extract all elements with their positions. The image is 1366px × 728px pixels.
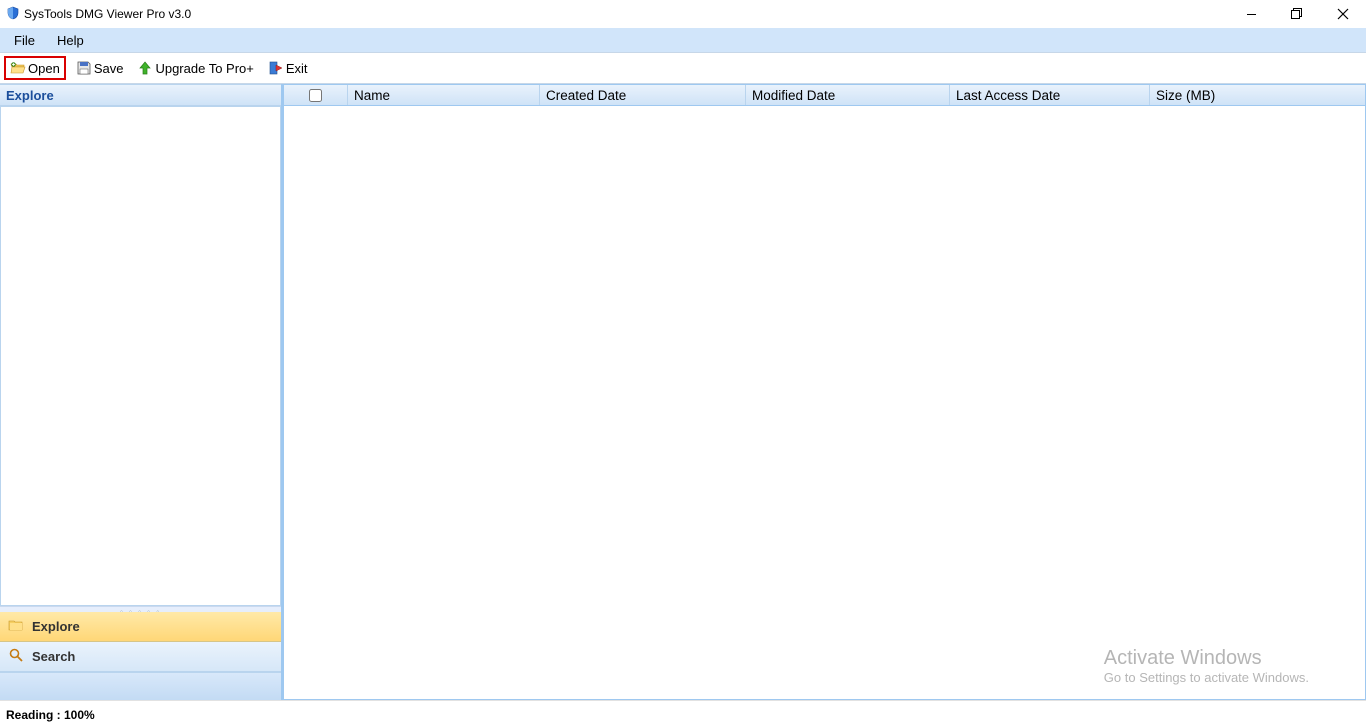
select-all-checkbox[interactable] — [309, 89, 322, 102]
nav-search-label: Search — [32, 649, 75, 664]
window-controls — [1228, 0, 1366, 28]
windows-activation-watermark: Activate Windows Go to Settings to activ… — [1104, 647, 1309, 685]
watermark-line2: Go to Settings to activate Windows. — [1104, 670, 1309, 685]
menu-file[interactable]: File — [14, 33, 35, 48]
watermark-line1: Activate Windows — [1104, 647, 1309, 670]
exit-icon — [268, 60, 284, 76]
folder-open-icon — [10, 60, 26, 76]
nav-search[interactable]: Search — [0, 642, 281, 672]
toolbar: Open Save Upgrade To Pro+ — [0, 52, 1366, 84]
search-icon — [8, 647, 24, 666]
nav-explore-label: Explore — [32, 619, 80, 634]
close-button[interactable] — [1320, 0, 1366, 28]
main-area: Explore ◦ ◦ ◦ ◦ ◦ Explore — [0, 84, 1366, 700]
exit-label: Exit — [286, 61, 308, 76]
content-area: Name Created Date Modified Date Last Acc… — [284, 84, 1366, 700]
upgrade-label: Upgrade To Pro+ — [155, 61, 253, 76]
upgrade-button[interactable]: Upgrade To Pro+ — [133, 58, 257, 78]
col-name[interactable]: Name — [348, 85, 540, 105]
open-button[interactable]: Open — [4, 56, 66, 80]
save-button[interactable]: Save — [72, 58, 128, 78]
app-window: SysTools DMG Viewer Pro v3.0 File Help — [0, 0, 1366, 728]
col-last-access-date[interactable]: Last Access Date — [950, 85, 1150, 105]
status-bar: Reading : 100% — [0, 700, 1366, 728]
minimize-button[interactable] — [1228, 0, 1274, 28]
app-icon — [6, 6, 20, 23]
folder-icon — [8, 617, 24, 636]
nav-explore[interactable]: Explore — [0, 612, 281, 642]
save-label: Save — [94, 61, 124, 76]
open-label: Open — [28, 61, 60, 76]
exit-button[interactable]: Exit — [264, 58, 312, 78]
nav-blank-strip — [0, 672, 281, 700]
menu-bar: File Help — [0, 28, 1366, 52]
sidebar: Explore ◦ ◦ ◦ ◦ ◦ Explore — [0, 84, 284, 700]
col-size[interactable]: Size (MB) — [1150, 85, 1365, 105]
col-modified-date[interactable]: Modified Date — [746, 85, 950, 105]
explore-tree[interactable] — [0, 106, 281, 606]
status-text: Reading : 100% — [6, 708, 95, 722]
app-title: SysTools DMG Viewer Pro v3.0 — [24, 7, 191, 21]
menu-help[interactable]: Help — [57, 33, 84, 48]
save-icon — [76, 60, 92, 76]
col-checkbox[interactable] — [284, 85, 348, 105]
grid-header: Name Created Date Modified Date Last Acc… — [284, 84, 1366, 106]
sidebar-header: Explore — [0, 84, 281, 106]
title-bar: SysTools DMG Viewer Pro v3.0 — [0, 0, 1366, 28]
col-created-date[interactable]: Created Date — [540, 85, 746, 105]
maximize-button[interactable] — [1274, 0, 1320, 28]
upgrade-arrow-icon — [137, 60, 153, 76]
grid-body[interactable]: Activate Windows Go to Settings to activ… — [284, 106, 1366, 700]
